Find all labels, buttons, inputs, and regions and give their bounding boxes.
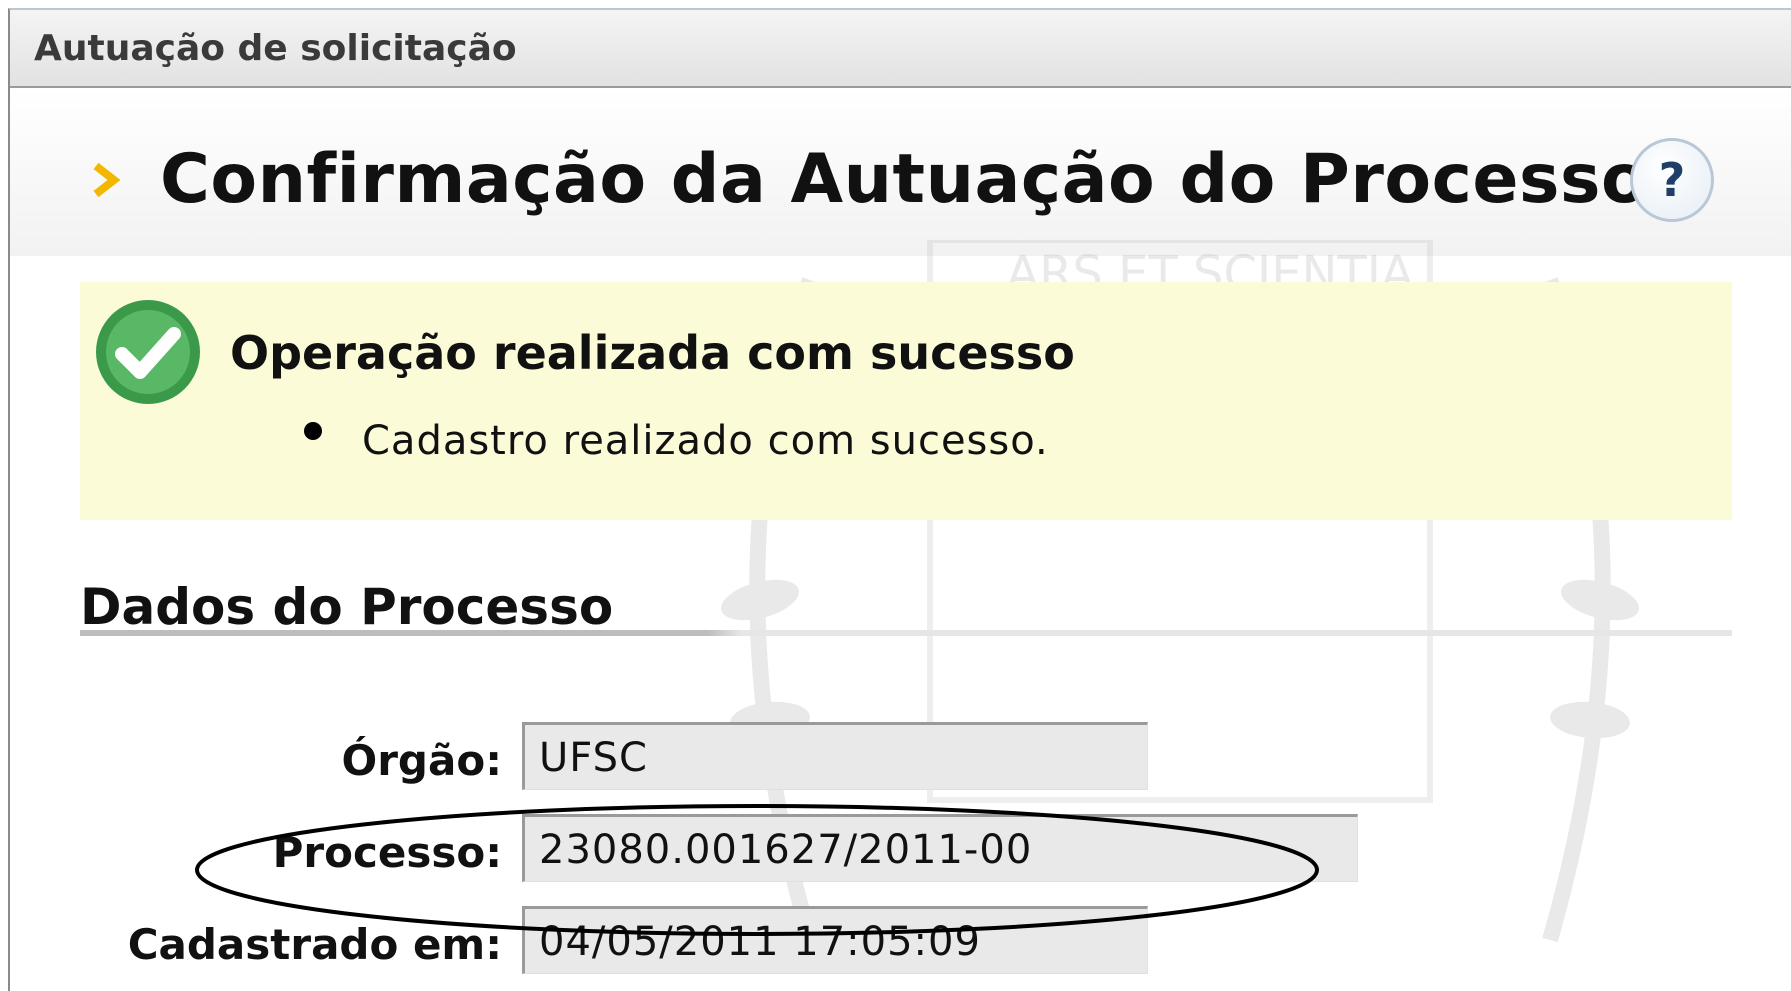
process-window: Autuação de solicitação ARS ET SCIENTIA … xyxy=(8,8,1791,991)
page-title: Confirmação da Autuação do Processo xyxy=(160,140,1649,219)
help-button[interactable]: ? xyxy=(1630,138,1714,222)
success-message-box: Operação realizada com sucesso Cadastro … xyxy=(80,282,1732,520)
highlight-ellipse xyxy=(195,804,1319,936)
help-icon: ? xyxy=(1658,153,1686,207)
chevron-right-icon xyxy=(93,162,121,198)
message-item: Cadastro realizado com sucesso. xyxy=(230,418,1049,464)
checkmark-circle-icon xyxy=(96,300,200,404)
message-title: Operação realizada com sucesso xyxy=(230,326,1075,380)
section-divider xyxy=(80,630,1732,636)
bullet-icon xyxy=(304,422,322,440)
field-orgao[interactable]: UFSC xyxy=(522,722,1148,790)
window-title: Autuação de solicitação xyxy=(34,28,517,69)
section-title: Dados do Processo xyxy=(80,578,614,636)
field-label-orgao: Órgão: xyxy=(341,736,502,785)
window-titlebar: Autuação de solicitação xyxy=(10,10,1791,88)
